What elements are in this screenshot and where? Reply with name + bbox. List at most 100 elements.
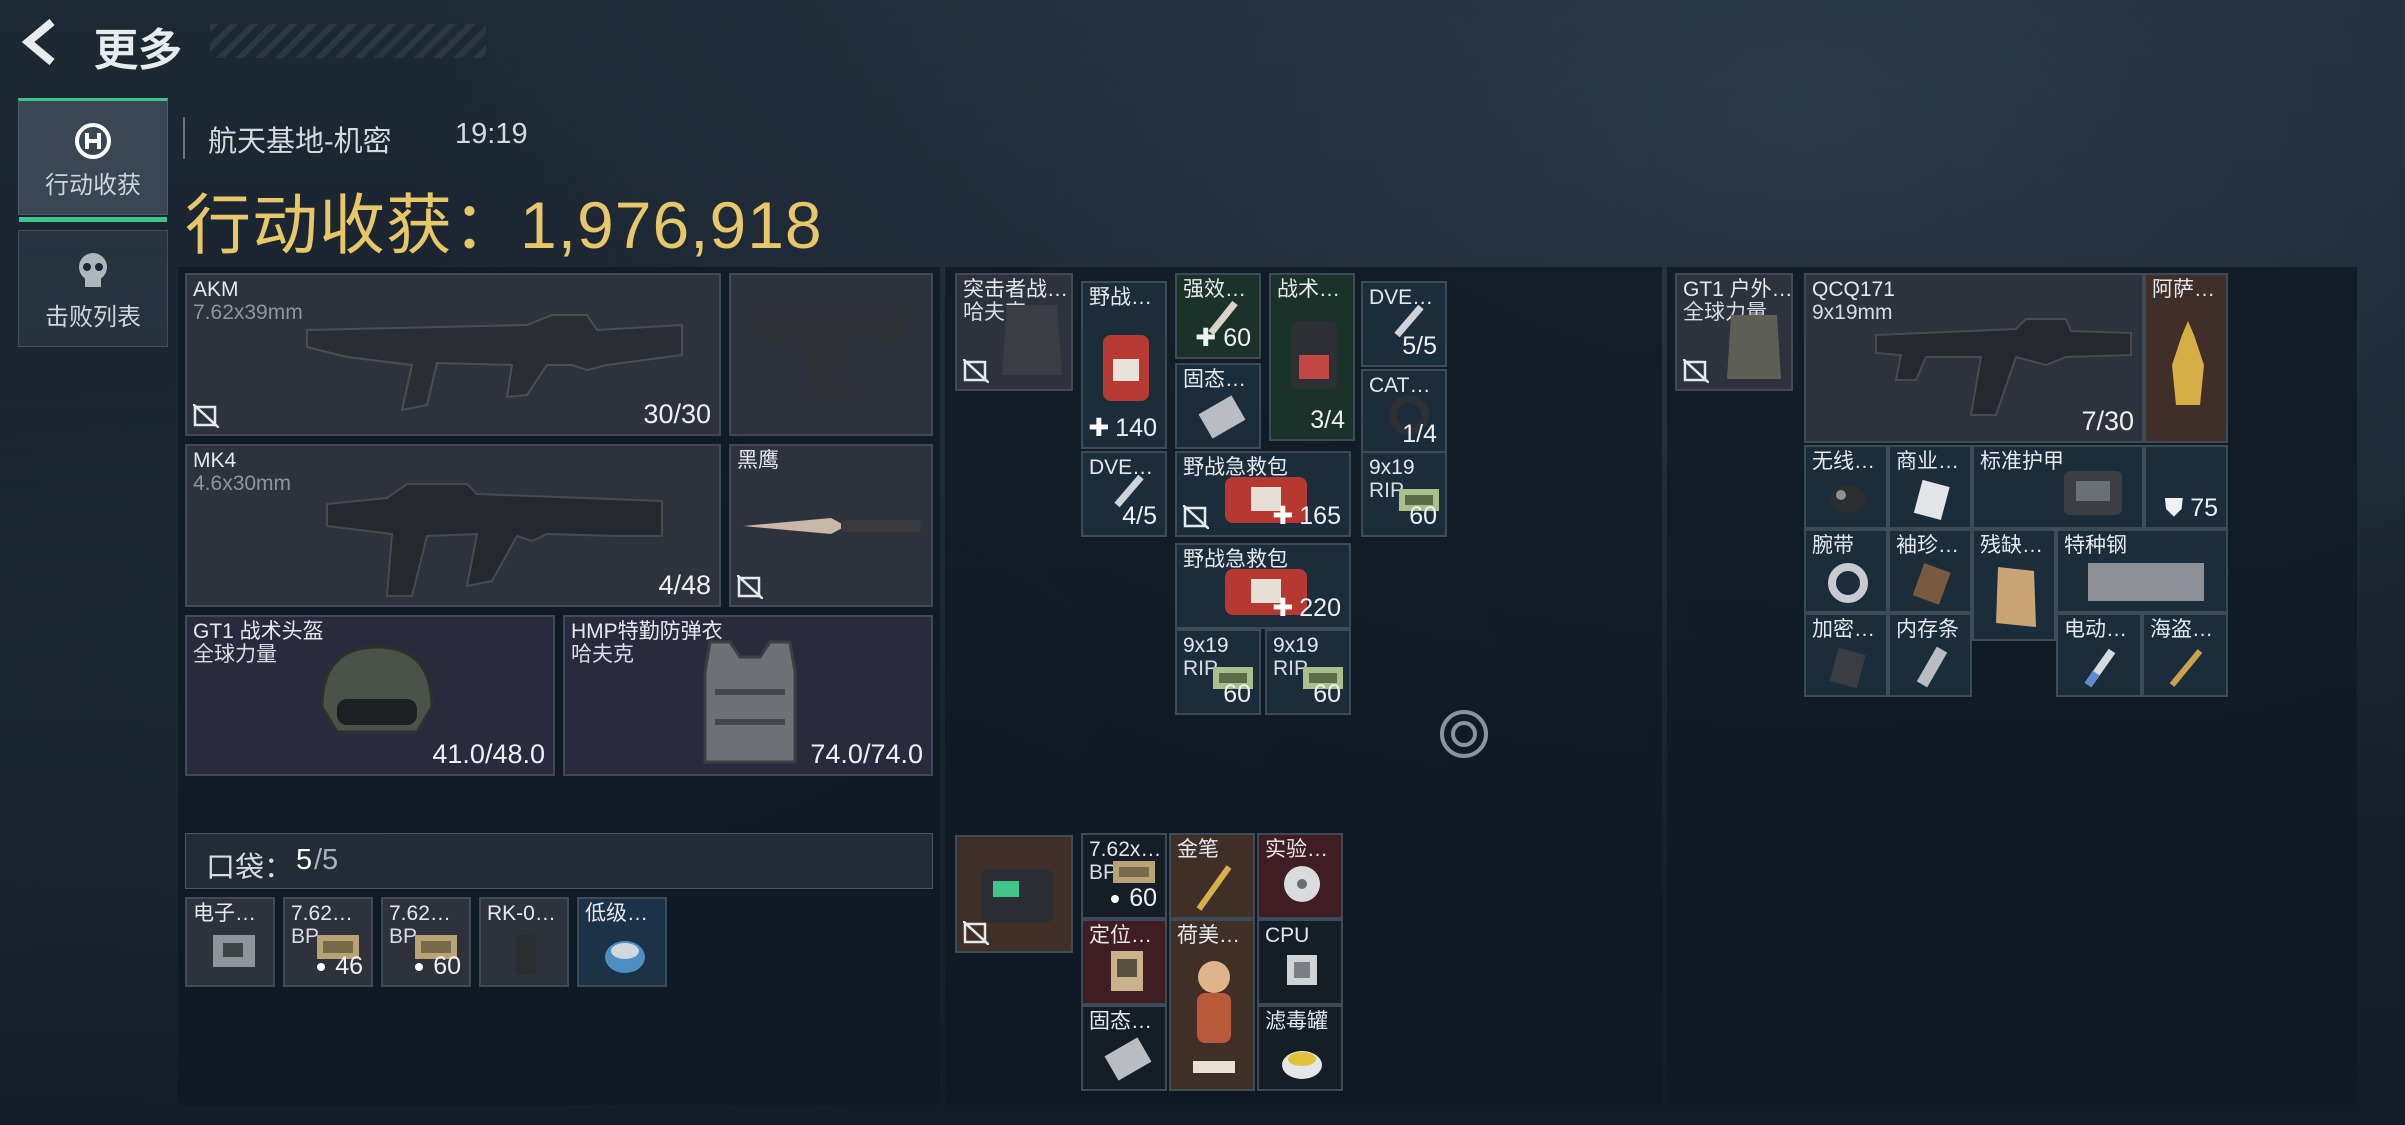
backpack-item[interactable]: CPU — [1257, 919, 1343, 1005]
item-name: 商业… — [1896, 450, 1959, 473]
backpack-item[interactable]: 金笔 — [1169, 833, 1255, 919]
item-name: 海盗… — [2150, 618, 2213, 641]
armor-slot[interactable]: HMP特勤防弹衣 哈夫克 74.0/74.0 — [563, 615, 933, 776]
item-count-value: 220 — [1299, 594, 1341, 622]
item-name: 标准护甲 — [1980, 450, 2064, 473]
secure-item[interactable]: 电动… — [2056, 613, 2142, 697]
armor-kit-icon — [2064, 471, 2122, 515]
secure-item[interactable]: 腕带 — [1804, 529, 1888, 613]
secure-item[interactable]: 阿萨… — [2144, 273, 2228, 443]
golden-jug-icon — [2172, 321, 2204, 405]
rig-item[interactable]: 9x19 RIP 60 — [1175, 629, 1261, 715]
item-name: 9x19 — [1273, 634, 1319, 657]
armor-brand: 哈夫克 — [571, 643, 634, 666]
memory-stick-icon — [1916, 646, 1948, 688]
gas-filter-icon — [1282, 1051, 1322, 1079]
secure-item[interactable]: 无线… — [1804, 445, 1888, 529]
item-count-value: 140 — [1115, 414, 1157, 442]
rig-item[interactable]: 固态… — [1175, 363, 1261, 449]
rig-item[interactable]: DVE… 4/5 — [1081, 451, 1167, 537]
not-insured-icon — [962, 358, 990, 384]
rig-item[interactable]: 战术… 3/4 — [1269, 273, 1355, 441]
secure-item[interactable]: ⛊ 75 — [2144, 445, 2228, 529]
ammo-dot-icon — [317, 963, 326, 972]
item-count-value: 46 — [335, 952, 363, 980]
rig-item[interactable]: 强效… ✚ 60 — [1175, 273, 1261, 359]
rig-item[interactable]: 野战急救包 ✚ 220 — [1175, 543, 1351, 629]
backpack-item[interactable]: 实验… — [1257, 833, 1343, 919]
electric-tool-icon — [2084, 648, 2116, 688]
item-name: 加密… — [1812, 618, 1875, 641]
injector-icon: ✚ — [1195, 324, 1224, 352]
knife-icon — [743, 518, 921, 534]
pocket-item[interactable]: 电子… — [185, 897, 275, 987]
rig-item[interactable]: 9x19 RIP 60 — [1361, 451, 1447, 537]
rig-item[interactable]: CAT… 1/4 — [1361, 369, 1447, 455]
backpack-item[interactable]: 定位… — [1081, 919, 1167, 1005]
secure-item[interactable]: 海盗… — [2142, 613, 2228, 697]
secure-item[interactable]: 标准护甲 — [1972, 445, 2144, 529]
tab-loot[interactable]: 行动收获 — [18, 98, 168, 222]
rig-item[interactable]: 野战… ✚ 140 — [1081, 281, 1167, 449]
heal-plus-icon: ✚ — [1088, 414, 1110, 442]
grenade-icon — [516, 935, 536, 975]
pistol-slot[interactable] — [729, 273, 933, 436]
tab-kill-list[interactable]: 击败列表 — [18, 230, 168, 347]
target-ring-icon — [1438, 708, 1490, 760]
back-chevron-icon[interactable] — [18, 18, 66, 66]
not-insured-icon — [736, 574, 764, 600]
pocket-item[interactable]: 低级… — [577, 897, 667, 987]
item-name: 内存条 — [1896, 618, 1959, 641]
item-count: 46 — [317, 952, 363, 981]
backpack-item[interactable]: 荷美… — [1169, 919, 1255, 1091]
pirate-knife-icon — [2169, 649, 2203, 687]
medkit-icon — [1103, 335, 1149, 401]
rig-item[interactable]: DVE… 5/5 — [1361, 281, 1447, 367]
backpack-slot[interactable] — [955, 835, 1073, 953]
item-count: 60 — [1313, 680, 1341, 708]
secure-item[interactable]: 袖珍… — [1888, 529, 1972, 613]
rig-item[interactable]: 野战急救包 ✚ 165 — [1175, 451, 1351, 537]
pistol-silhouette-icon — [756, 310, 906, 410]
item-name: 无线… — [1812, 450, 1875, 473]
item-count-value: 75 — [2190, 494, 2218, 522]
item-name: 野战… — [1089, 286, 1152, 309]
item-count: ✚ 220 — [1272, 593, 1341, 623]
primary-weapon-slot-1[interactable]: AKM 7.62x39mm 30/30 — [185, 273, 721, 436]
weapon-ammo: 7/30 — [2081, 406, 2134, 436]
heal-plus-icon: ✚ — [1272, 594, 1294, 622]
item-name: 固态… — [1183, 368, 1246, 391]
item-count: ✚ 60 — [1195, 323, 1251, 353]
item-name: CPU — [1265, 924, 1310, 947]
ammo-dot-icon — [1111, 895, 1120, 904]
helmet-slot[interactable]: GT1 战术头盔 全球力量 41.0/48.0 — [185, 615, 555, 776]
secure-item[interactable]: 加密… — [1804, 613, 1888, 697]
melee-slot[interactable]: 黑鹰 — [729, 444, 933, 607]
secure-item[interactable]: 特种钢 — [2056, 529, 2228, 613]
secure-item[interactable]: 内存条 — [1888, 613, 1972, 697]
ammo-box-icon — [1113, 861, 1155, 883]
pocket-item[interactable]: RK-0… — [479, 897, 569, 987]
not-insured-icon — [1682, 358, 1710, 384]
smg-slot[interactable]: QCQ171 9x19mm 7/30 — [1804, 273, 2144, 443]
steel-plate-icon — [2088, 563, 2204, 601]
chest-rig-slot[interactable]: 突击者战… 哈夫克 — [955, 273, 1073, 391]
item-name: 电子… — [193, 902, 256, 925]
pocket-item[interactable]: 7.62… BP 60 — [381, 897, 471, 987]
pocket-item[interactable]: 7.62… BP 46 — [283, 897, 373, 987]
cpu-chip-icon — [1287, 955, 1317, 985]
item-count-value: 165 — [1299, 502, 1341, 530]
backpack-item[interactable]: 固态… — [1081, 1005, 1167, 1091]
circuit-board-icon — [213, 935, 255, 967]
backpack-item[interactable]: 7.62x… BP 60 — [1081, 833, 1167, 919]
title-decoration — [210, 24, 486, 58]
item-name: 残缺… — [1980, 534, 2043, 557]
secure-item[interactable]: 商业… — [1888, 445, 1972, 529]
primary-weapon-slot-2[interactable]: MK4 4.6x30mm 4/48 — [185, 444, 721, 607]
rig-item[interactable]: 9x19 RIP 60 — [1265, 629, 1351, 715]
item-name: 阿萨… — [2152, 278, 2215, 301]
backpack-item[interactable]: 滤毒罐 — [1257, 1005, 1343, 1091]
pouch-slot[interactable]: GT1 户外… 全球力量 — [1675, 273, 1793, 391]
secure-item[interactable]: 残缺… — [1972, 529, 2056, 641]
item-name: 战术… — [1277, 278, 1340, 301]
